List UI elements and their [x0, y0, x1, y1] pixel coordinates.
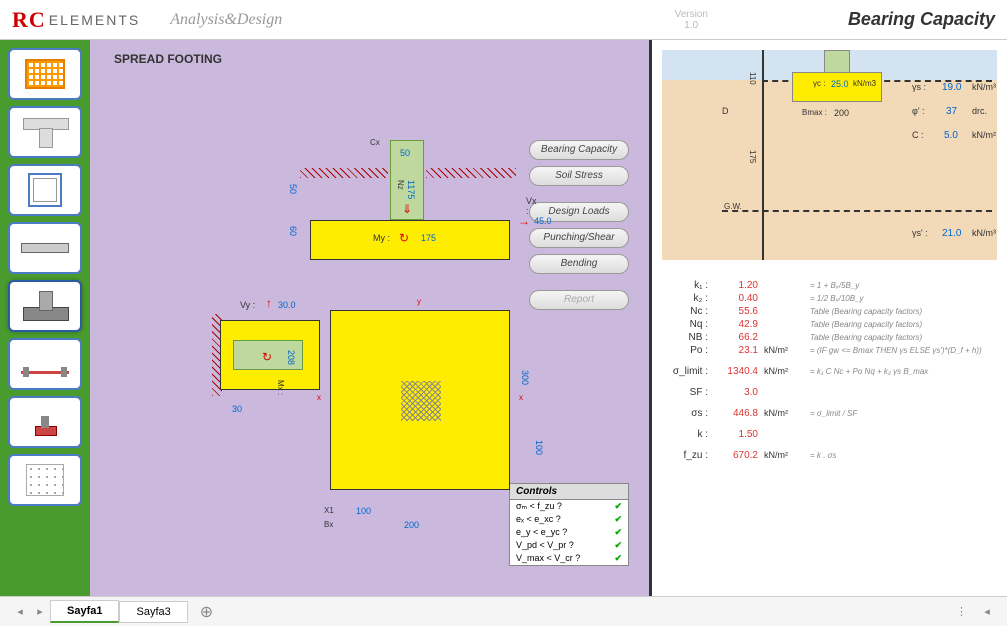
scroll-left-button[interactable]: ◂	[977, 605, 997, 618]
soil-diagram: γc : 25.0 kN/m3 D 110 Bmax : 200 175 G.W…	[662, 50, 997, 260]
check-icon: ✔	[614, 527, 622, 538]
app-subtitle: Analysis&Design	[170, 11, 282, 29]
module-column-button[interactable]	[8, 164, 82, 216]
add-tab-button[interactable]: ⊕	[188, 602, 225, 622]
axis-x-icon: x	[519, 393, 523, 402]
square-icon	[28, 173, 62, 207]
tab-next-button[interactable]: ▸	[30, 605, 50, 618]
calc-row: f_zu :670.2kN/m²= k . σs	[668, 450, 991, 461]
ground-hatch-icon	[426, 168, 516, 178]
footing-plan-main: y x x	[330, 310, 510, 490]
app-header: RC ELEMENTS Analysis&Design Version 1.0 …	[0, 0, 1007, 40]
dots-icon	[26, 464, 64, 496]
plan-view: Vy : ↑ 30.0 30 ↻ Mx : 208 y x x 300 100 …	[190, 310, 570, 570]
calculation-panel: γc : 25.0 kN/m3 D 110 Bmax : 200 175 G.W…	[652, 40, 1007, 596]
tab-sayfa1[interactable]: Sayfa1	[50, 600, 119, 623]
column-soil	[824, 50, 850, 74]
column-hatch-icon	[401, 381, 441, 421]
sheet-tabs: ◂ ▸ Sayfa1 Sayfa3 ⊕ ⋮ ◂	[0, 596, 1007, 626]
rotation-icon: ↻	[399, 231, 409, 245]
calc-row: NB :66.2Table (Bearing capacity factors)	[668, 332, 991, 343]
tab-menu-button[interactable]: ⋮	[946, 605, 977, 618]
rotation-icon: ↻	[262, 350, 272, 364]
grid-icon	[25, 59, 65, 89]
module-slab-button[interactable]	[8, 48, 82, 100]
arrow-down-icon: ⇓	[402, 202, 412, 216]
ground-hatch-icon	[300, 168, 388, 178]
tab-prev-button[interactable]: ◂	[10, 605, 30, 618]
module-span-button[interactable]	[8, 338, 82, 390]
calc-row: k :1.50	[668, 429, 991, 440]
elevation-view: My : ↻ 175 Cx 50 Nz 1175 ⇓ 50 60 Vx : → …	[310, 140, 510, 280]
tbeam-icon	[23, 118, 67, 146]
logo-subtitle: ELEMENTS	[49, 12, 140, 28]
footing-icon	[23, 291, 67, 321]
check-icon: ✔	[614, 501, 622, 512]
version-block: Version 1.0	[675, 9, 708, 31]
module-footing-button[interactable]	[8, 280, 82, 332]
axis-x-icon: x	[317, 393, 321, 402]
module-isolated-button[interactable]	[8, 396, 82, 448]
footing-elevation: My : ↻ 175	[310, 220, 510, 260]
bar-icon	[21, 243, 69, 253]
calc-row: Nq :42.9Table (Bearing capacity factors)	[668, 319, 991, 330]
arrow-up-icon: ↑	[266, 296, 272, 310]
check-icon: ✔	[614, 553, 622, 564]
calculation-list: k₁ :1.20= 1 + Bₓ/5B_y k₂ :0.40= 1/2 Bₓ/1…	[652, 270, 1007, 471]
calc-row: k₁ :1.20= 1 + Bₓ/5B_y	[668, 280, 991, 291]
canvas-title: SPREAD FOOTING	[114, 52, 222, 66]
module-sidebar	[0, 40, 90, 596]
module-mat-button[interactable]	[8, 454, 82, 506]
drawing-canvas: SPREAD FOOTING Bearing Capacity Soil Str…	[90, 40, 652, 596]
calc-row: Nc :55.6Table (Bearing capacity factors)	[668, 306, 991, 317]
module-beam-button[interactable]	[8, 222, 82, 274]
logo: RC	[12, 7, 46, 33]
arrow-right-icon: →	[518, 214, 530, 228]
check-icon: ✔	[614, 540, 622, 551]
calc-row: σ_limit :1340.4kN/m²= k₁ C Nc + Po Nq + …	[668, 366, 991, 377]
calc-row: k₂ :0.40= 1/2 Bₓ/10B_y	[668, 293, 991, 304]
panel-title: Bearing Capacity	[848, 9, 995, 30]
footing-soil: γc : 25.0 kN/m3	[792, 72, 882, 102]
calc-row: Po :23.1kN/m²= (IF gw <= Bmax THEN γs EL…	[668, 345, 991, 356]
isolated-icon	[23, 408, 67, 436]
span-icon	[21, 354, 69, 374]
module-tbeam-button[interactable]	[8, 106, 82, 158]
footing-diagram: My : ↻ 175 Cx 50 Nz 1175 ⇓ 50 60 Vx : → …	[190, 140, 570, 560]
calc-row: σs :446.8kN/m²= σ_limit / SF	[668, 408, 991, 419]
axis-y-icon: y	[417, 297, 421, 306]
calc-row: SF :3.0	[668, 387, 991, 398]
check-icon: ✔	[614, 514, 622, 525]
gw-line	[722, 210, 992, 212]
tab-sayfa3[interactable]: Sayfa3	[119, 601, 187, 623]
